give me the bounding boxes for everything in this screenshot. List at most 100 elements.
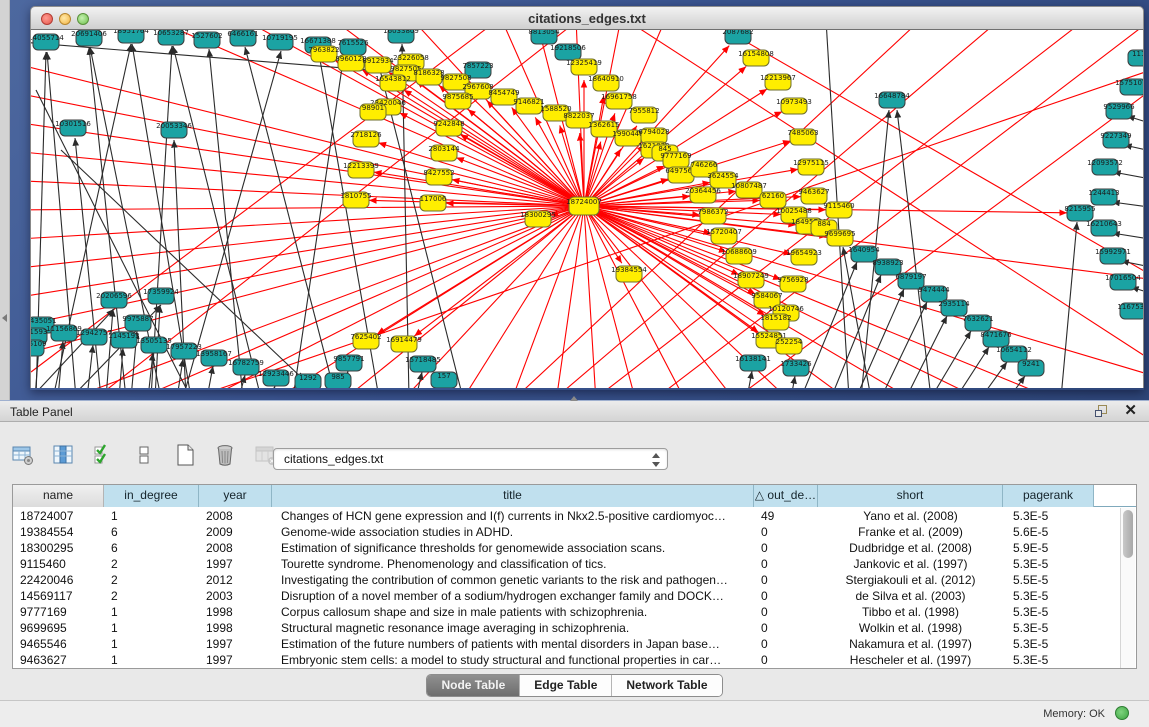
graph-node[interactable]: 10719195 <box>262 34 298 50</box>
table-row[interactable]: 977716911998Corpus callosum shape and si… <box>13 604 1121 620</box>
graph-node[interactable]: 9242848 <box>433 120 464 136</box>
table-row[interactable]: 969969511998Structural magnetic resonanc… <box>13 620 1121 636</box>
column-visibility-icon[interactable] <box>52 444 74 466</box>
delete-table-icon[interactable] <box>214 444 236 466</box>
table-row[interactable]: 1938455462009Genome-wide association stu… <box>13 524 1121 540</box>
graph-node[interactable]: 252254 <box>776 338 803 354</box>
split-pane-handle[interactable] <box>570 396 578 401</box>
graph-node[interactable]: 8427552 <box>423 169 454 185</box>
graph-node[interactable]: 6466161 <box>227 30 258 46</box>
graph-node[interactable]: 117006 <box>420 195 447 211</box>
graph-node[interactable]: 9975887 <box>122 315 153 331</box>
graph-node[interactable]: 12213967 <box>760 74 796 90</box>
graph-node[interactable]: 16154808 <box>738 50 774 66</box>
graph-node[interactable]: 16648784 <box>874 92 910 108</box>
column-header-in_degree[interactable]: in_degree <box>104 485 199 507</box>
graph-node[interactable]: 18907249 <box>733 272 769 288</box>
column-header-pagerank[interactable]: pagerank <box>1003 485 1094 507</box>
graph-node[interactable]: 12942757 <box>76 329 112 345</box>
graph-node[interactable]: 1733426 <box>780 360 812 376</box>
graph-node[interactable]: 15751074 <box>1115 79 1144 95</box>
graph-node[interactable]: 9857791 <box>333 355 364 371</box>
graph-node[interactable]: 8912934 <box>362 57 394 73</box>
column-header-name[interactable]: name <box>13 485 104 507</box>
column-header-short[interactable]: short <box>818 485 1003 507</box>
graph-node[interactable]: 10301516 <box>55 120 91 136</box>
table-row[interactable]: 1456911722003Disruption of a novel membe… <box>13 588 1121 604</box>
graph-node[interactable]: 8471676 <box>980 331 1012 347</box>
graph-node[interactable]: 157 <box>431 372 457 388</box>
graph-node[interactable]: 1145193 <box>108 332 139 348</box>
graph-node[interactable]: 18724007 <box>566 197 602 215</box>
graph-node[interactable]: 17016504 <box>1105 274 1141 290</box>
graph-node[interactable]: 13958167 <box>196 350 232 366</box>
float-panel-icon[interactable] <box>1095 405 1109 419</box>
graph-node[interactable]: 98901 <box>360 104 386 120</box>
graph-node[interactable]: 16138141 <box>735 355 771 371</box>
graph-node[interactable]: 20206596 <box>96 292 132 308</box>
close-panel-icon[interactable]: ✕ <box>1124 403 1137 419</box>
graph-node[interactable]: 16033809 <box>383 30 419 43</box>
graph-node[interactable]: 9529966 <box>1103 103 1135 119</box>
graph-node[interactable]: 17359924 <box>143 288 179 304</box>
graph-node[interactable]: 18951764 <box>113 30 149 43</box>
graph-node[interactable]: 12975115 <box>793 159 829 175</box>
graph-node[interactable]: 20053346 <box>156 122 192 138</box>
graph-node[interactable]: 62160 <box>760 192 786 208</box>
column-header-title[interactable]: title <box>272 485 754 507</box>
graph-node[interactable]: 1527602 <box>191 32 222 48</box>
graph-node[interactable]: 18300295 <box>520 211 556 227</box>
table-selector-combobox[interactable]: citations_edges.txt <box>273 448 668 470</box>
network-view[interactable]: 1405571420691406189517641065328715276026… <box>30 30 1144 388</box>
graph-node[interactable]: 10973493 <box>776 98 812 114</box>
graph-node[interactable]: 1292 <box>295 374 321 388</box>
graph-node[interactable]: 2087682 <box>722 30 753 44</box>
graph-node[interactable]: 9227349 <box>1100 132 1131 148</box>
graph-node[interactable]: 12093572 <box>1087 159 1123 175</box>
graph-node[interactable]: 19218506 <box>550 44 586 60</box>
graph-node[interactable]: 9875685 <box>442 93 473 109</box>
row-height-icon[interactable] <box>133 444 155 466</box>
table-settings-icon[interactable] <box>12 444 34 466</box>
graph-node[interactable]: 15718485 <box>405 356 441 372</box>
graph-node[interactable]: 7955812 <box>628 107 659 123</box>
graph-node[interactable]: 1244413 <box>1088 189 1119 205</box>
graph-node[interactable]: 16914479 <box>386 336 422 352</box>
graph-node[interactable]: 1815182 <box>760 314 791 330</box>
column-header-out_de[interactable]: △ out_de… <box>754 485 818 507</box>
scrollbar-thumb[interactable] <box>1123 510 1133 558</box>
network-window-titlebar[interactable]: citations_edges.txt <box>30 6 1144 30</box>
graph-node[interactable]: 9115460 <box>823 202 854 218</box>
graph-node[interactable]: 985 <box>325 373 351 388</box>
graph-node[interactable]: 2718126 <box>350 131 382 147</box>
tab-edge-table[interactable]: Edge Table <box>519 675 611 696</box>
combobox-stepper-icon[interactable] <box>650 452 661 468</box>
graph-node[interactable]: 19654923 <box>786 249 822 265</box>
table-row[interactable]: 1830029562008Estimation of significance … <box>13 540 1121 556</box>
table-row[interactable]: 946554611997Estimation of the future num… <box>13 636 1121 652</box>
table-row[interactable]: 911546021997Tourette syndrome. Phenomeno… <box>13 556 1121 572</box>
new-table-icon[interactable] <box>174 444 196 466</box>
table-row[interactable]: 1872400712008Changes of HCN gene express… <box>13 508 1121 524</box>
graph-node[interactable]: 7615526 <box>337 39 369 55</box>
graph-node[interactable]: 1167533 <box>1117 303 1144 319</box>
graph-node[interactable]: 1905109 <box>31 340 47 356</box>
graph-node[interactable]: 9777169 <box>660 152 691 168</box>
graph-node[interactable]: 2935114 <box>938 300 970 316</box>
graph-node[interactable]: 9699695 <box>824 230 855 246</box>
select-mode-icon[interactable] <box>93 444 115 466</box>
table-panel-titlebar[interactable]: Table Panel ✕ <box>0 400 1149 422</box>
graph-node[interactable]: 9241 <box>1018 360 1044 376</box>
graph-node[interactable]: 2803144 <box>428 145 460 161</box>
table-row[interactable]: 2242004622012Investigating the contribut… <box>13 572 1121 588</box>
graph-node[interactable]: 9756928 <box>777 276 808 292</box>
graph-node[interactable]: 15720407 <box>706 228 742 244</box>
tab-network-table[interactable]: Network Table <box>611 675 721 696</box>
graph-node[interactable]: 7485063 <box>787 129 818 145</box>
graph-node[interactable]: 20691406 <box>71 30 107 46</box>
graph-node[interactable]: 7632621 <box>962 315 993 331</box>
graph-node[interactable]: 8813054 <box>528 30 560 44</box>
tab-node-table[interactable]: Node Table <box>427 675 519 696</box>
graph-node[interactable]: 1117 <box>1128 50 1144 66</box>
graph-node[interactable]: 16543812 <box>375 75 411 91</box>
